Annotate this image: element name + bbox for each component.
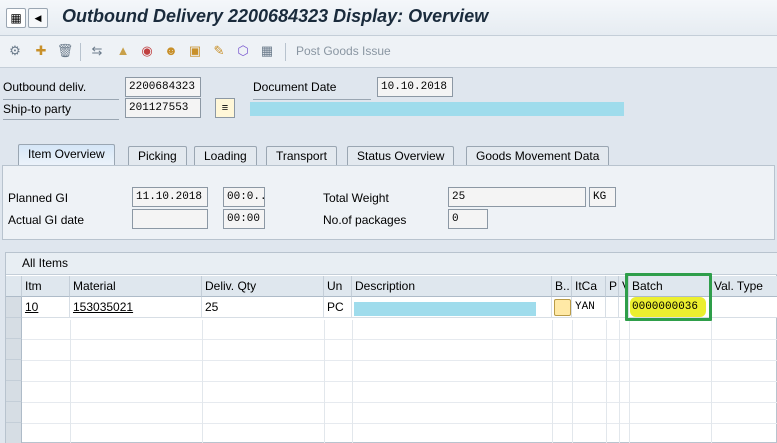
row-selector[interactable] bbox=[6, 360, 22, 381]
grid-line bbox=[352, 320, 353, 443]
grid-line bbox=[324, 320, 325, 443]
packages-label: No.of packages bbox=[323, 213, 407, 227]
other-document-icon[interactable]: ⇆ bbox=[88, 42, 106, 60]
grid-line bbox=[22, 381, 777, 382]
tab-loading[interactable]: Loading bbox=[194, 146, 257, 166]
create-icon[interactable]: ✚ bbox=[32, 42, 50, 60]
row-selector[interactable] bbox=[6, 423, 22, 443]
p-cell[interactable] bbox=[606, 297, 619, 318]
col-deliv-qty[interactable]: Deliv. Qty bbox=[202, 276, 324, 297]
deliv-qty-cell[interactable]: 25 bbox=[202, 297, 324, 318]
delete-icon[interactable]: 🗑 bbox=[56, 42, 74, 60]
grid-line bbox=[629, 320, 630, 443]
grid-line bbox=[619, 320, 620, 443]
redacted-description bbox=[354, 302, 536, 316]
col-itm[interactable]: Itm bbox=[22, 276, 70, 297]
grid-icon[interactable]: ▦ bbox=[258, 42, 276, 60]
grid-line bbox=[22, 339, 777, 340]
row-selector[interactable] bbox=[6, 297, 22, 318]
grid-line bbox=[202, 320, 203, 443]
grid-line bbox=[711, 320, 712, 443]
sap-collapse-icon[interactable]: ◀ bbox=[28, 8, 48, 28]
grid-line bbox=[22, 402, 777, 403]
grid-line bbox=[22, 360, 777, 361]
outbound-delivery-label: Outbound deliv. bbox=[3, 80, 87, 94]
weight-unit-field[interactable]: KG bbox=[589, 187, 616, 207]
batch-annotation-box bbox=[625, 273, 712, 321]
grid-line bbox=[552, 320, 553, 443]
document-date-field[interactable]: 10.10.2018 bbox=[377, 77, 453, 97]
col-material[interactable]: Material bbox=[70, 276, 202, 297]
col-itca[interactable]: ItCa bbox=[572, 276, 606, 297]
item-number-link[interactable]: 10 bbox=[22, 297, 70, 318]
address-icon[interactable]: ≡ bbox=[215, 98, 235, 118]
delivery-header: Outbound deliv. 2200684323 Document Date… bbox=[0, 69, 777, 139]
text-icon[interactable]: ▣ bbox=[186, 42, 204, 60]
tab-status-overview[interactable]: Status Overview bbox=[347, 146, 455, 166]
select-all-header[interactable] bbox=[6, 276, 22, 297]
toolbar-separator bbox=[285, 43, 286, 61]
label-underline bbox=[3, 119, 119, 120]
total-weight-field[interactable]: 25 bbox=[448, 187, 586, 207]
header-icon[interactable]: ▲ bbox=[114, 42, 132, 60]
val-type-cell[interactable] bbox=[711, 297, 777, 318]
tab-transport[interactable]: Transport bbox=[266, 146, 337, 166]
title-bar: ▦ ◀ Outbound Delivery 2200684323 Display… bbox=[0, 0, 777, 36]
sap-menu-icon[interactable]: ▦ bbox=[6, 8, 26, 28]
change-icon[interactable]: ✎ bbox=[210, 42, 228, 60]
row-selector[interactable] bbox=[6, 402, 22, 423]
overview-icon[interactable]: ⬡ bbox=[234, 42, 252, 60]
ship-to-party-field[interactable]: 201127553 bbox=[125, 98, 201, 118]
row-selector[interactable] bbox=[6, 339, 22, 360]
material-link[interactable]: 153035021 bbox=[70, 297, 202, 318]
packages-field[interactable]: 0 bbox=[448, 209, 488, 229]
actual-gi-time-field[interactable]: 00:00 bbox=[223, 209, 265, 229]
table-title: All Items bbox=[6, 253, 777, 275]
application-toolbar: ⚙ ✚ 🗑 ⇆ ▲ ◉ ☻ ▣ ✎ ⬡ ▦ Post Goods Issue bbox=[0, 36, 777, 68]
ship-to-party-label: Ship-to party bbox=[3, 102, 72, 116]
user-icon[interactable]: ☻ bbox=[162, 42, 180, 60]
batch-split-icon[interactable] bbox=[554, 299, 571, 316]
tab-strip: Item Overview Picking Loading Transport … bbox=[0, 142, 777, 167]
item-overview-panel: Planned GI 11.10.2018 00:0... Actual GI … bbox=[2, 165, 775, 240]
col-val-type[interactable]: Val. Type bbox=[711, 276, 777, 297]
grid-line bbox=[22, 423, 777, 424]
grid-line bbox=[572, 320, 573, 443]
customize-icon[interactable]: ⚙ bbox=[6, 42, 24, 60]
row-selector[interactable] bbox=[6, 381, 22, 402]
grid-line bbox=[606, 320, 607, 443]
actual-gi-date-label: Actual GI date bbox=[8, 213, 85, 227]
col-b[interactable]: B.. bbox=[552, 276, 572, 297]
grid-line bbox=[70, 320, 71, 443]
document-date-label: Document Date bbox=[253, 80, 337, 94]
tab-goods-movement-data[interactable]: Goods Movement Data bbox=[466, 146, 610, 166]
row-selector[interactable] bbox=[6, 318, 22, 339]
actual-gi-date-field[interactable] bbox=[132, 209, 208, 229]
unit-cell[interactable]: PC bbox=[324, 297, 352, 318]
label-underline bbox=[253, 99, 371, 100]
outbound-delivery-field[interactable]: 2200684323 bbox=[125, 77, 201, 97]
tab-picking[interactable]: Picking bbox=[128, 146, 187, 166]
col-description[interactable]: Description bbox=[352, 276, 552, 297]
planned-gi-label: Planned GI bbox=[8, 191, 69, 205]
toolbar-separator bbox=[80, 43, 81, 61]
planned-gi-date-field[interactable]: 11.10.2018 bbox=[132, 187, 208, 207]
label-underline bbox=[3, 99, 119, 100]
post-goods-issue-button[interactable]: Post Goods Issue bbox=[296, 44, 391, 58]
itca-cell[interactable]: YAN bbox=[572, 297, 606, 318]
col-p[interactable]: P bbox=[606, 276, 619, 297]
items-table: All Items Itm Material Deliv. Qty Un Des… bbox=[5, 252, 777, 443]
tab-item-overview[interactable]: Item Overview bbox=[18, 144, 115, 167]
window-title: Outbound Delivery 2200684323 Display: Ov… bbox=[62, 6, 489, 26]
redacted-name bbox=[250, 102, 624, 116]
total-weight-label: Total Weight bbox=[323, 191, 389, 205]
planned-gi-time-field[interactable]: 00:0... bbox=[223, 187, 265, 207]
col-un[interactable]: Un bbox=[324, 276, 352, 297]
partner-icon[interactable]: ◉ bbox=[138, 42, 156, 60]
